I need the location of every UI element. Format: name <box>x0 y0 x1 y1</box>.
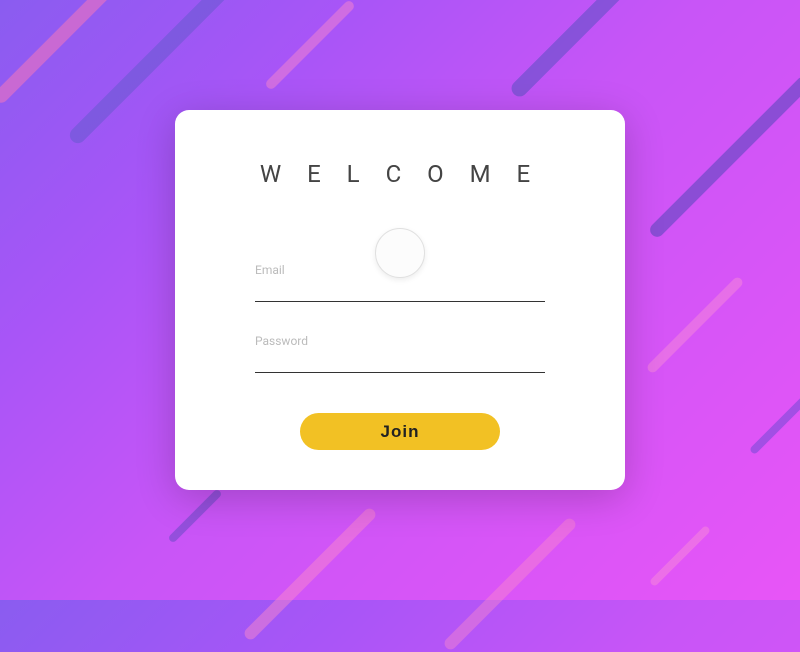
avatar-circle-icon <box>375 228 425 278</box>
bg-streak <box>646 276 745 375</box>
email-input[interactable] <box>255 277 545 302</box>
bg-streak <box>749 393 800 455</box>
bg-streak <box>264 0 356 91</box>
bg-streak <box>442 516 578 652</box>
welcome-title: W E L C O M E <box>260 160 540 188</box>
password-input[interactable] <box>255 348 545 373</box>
password-field-group: Password <box>255 334 545 373</box>
join-button[interactable]: Join <box>300 413 500 450</box>
form-fields: Email Password <box>255 263 545 405</box>
password-label: Password <box>255 334 545 348</box>
bg-streak <box>508 0 731 100</box>
bg-streak <box>649 525 711 587</box>
bg-streak <box>0 0 129 106</box>
bg-streak <box>167 488 222 543</box>
bg-streak <box>647 74 800 239</box>
login-card: W E L C O M E Email Password Join <box>175 110 625 490</box>
bg-streak <box>242 506 378 642</box>
